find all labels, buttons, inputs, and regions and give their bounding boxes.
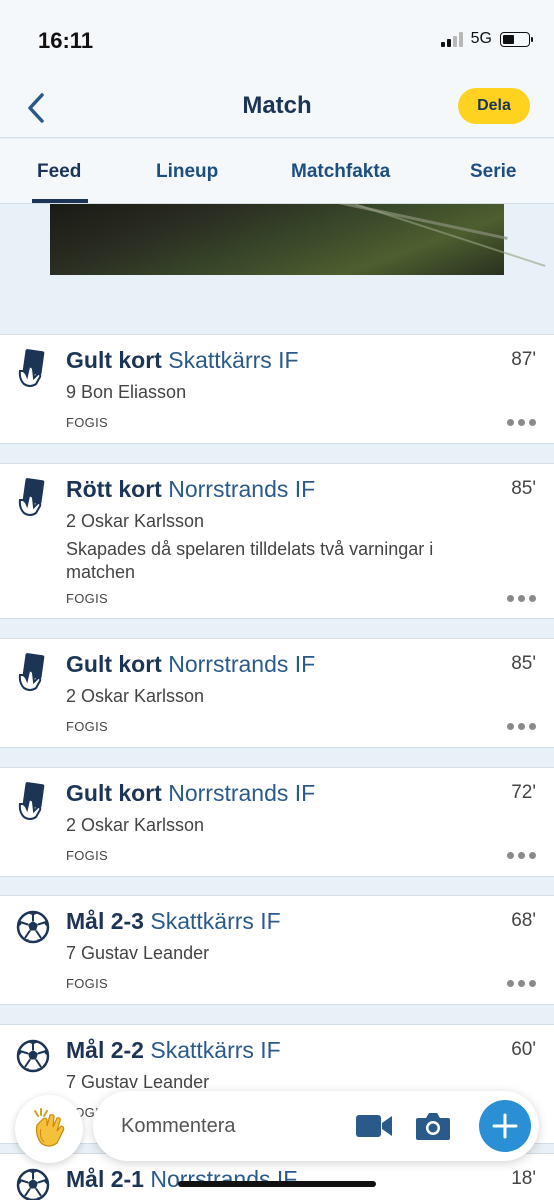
event-type: Gult kort [66, 347, 162, 373]
event-minute: 85' [511, 478, 536, 499]
event-type: Mål 2-3 [66, 908, 144, 934]
comment-bar [93, 1091, 539, 1161]
more-options-button[interactable] [507, 419, 536, 426]
event-card[interactable]: Gult kort Norrstrands IF 85' 2 Oskar Karls… [0, 638, 554, 748]
event-team: Norrstrands IF [168, 476, 316, 502]
event-card[interactable]: Rött kort Norrstrands IF 85' 2 Oskar Karls… [0, 463, 554, 619]
home-indicator [178, 1181, 376, 1187]
network-label: 5G [470, 30, 492, 47]
yellow-card-icon [16, 782, 50, 822]
tab-feed[interactable]: Feed [37, 161, 81, 183]
event-title: Gult kort Skattkärrs IF [66, 347, 299, 374]
plus-icon [492, 1113, 518, 1139]
event-player: 2 Oskar Karlsson [66, 815, 205, 835]
event-minute: 85' [511, 653, 536, 674]
app-header: Match Dela [0, 80, 554, 138]
status-time: 16:11 [38, 28, 94, 53]
football-icon [16, 1168, 50, 1200]
event-card[interactable]: Gult kort Skattkärrs IF 87' 9 Bon Eliasson… [0, 334, 554, 444]
more-options-button[interactable] [507, 852, 536, 859]
event-source: FOGIS [66, 415, 108, 430]
event-minute: 72' [511, 782, 536, 803]
football-icon [16, 1039, 50, 1079]
event-source: FOGIS [66, 976, 108, 991]
event-title: Gult kort Norrstrands IF [66, 651, 315, 678]
clapping-hands-icon [34, 1108, 65, 1147]
event-type: Gult kort [66, 651, 162, 677]
add-button[interactable] [479, 1100, 531, 1152]
football-icon [16, 910, 50, 950]
tab-lineup[interactable]: Lineup [156, 161, 218, 183]
event-card[interactable]: Gult kort Norrstrands IF 72' 2 Oskar Karls… [0, 767, 554, 877]
event-player: 2 Oskar Karlsson [66, 511, 205, 531]
event-team: Skattkärrs IF [168, 347, 299, 373]
event-source: FOGIS [66, 719, 108, 734]
event-source: FOGIS [66, 848, 108, 863]
camera-icon[interactable] [415, 1111, 451, 1146]
comment-input[interactable] [121, 1113, 341, 1139]
red-card-icon [16, 478, 50, 518]
event-type: Mål 2-1 [66, 1166, 144, 1192]
tab-bar: Feed Lineup Matchfakta Serie [0, 139, 554, 204]
event-card[interactable]: Mål 2-3 Skattkärrs IF 68' 7 Gustav Leander… [0, 895, 554, 1005]
event-player: 9 Bon Eliasson [66, 382, 187, 402]
event-minute: 18' [511, 1168, 536, 1189]
event-type: Mål 2-2 [66, 1037, 144, 1063]
event-source: FOGIS [66, 591, 108, 606]
event-player: 7 Gustav Leander [66, 1072, 210, 1092]
active-tab-indicator [32, 199, 88, 203]
share-button[interactable]: Dela [458, 88, 530, 124]
tab-matchfakta[interactable]: Matchfakta [291, 161, 390, 183]
signal-icon [440, 31, 463, 47]
more-options-button[interactable] [507, 980, 536, 987]
event-title: Gult kort Norrstrands IF [66, 780, 315, 807]
event-type: Gult kort [66, 780, 162, 806]
more-options-button[interactable] [507, 595, 536, 602]
event-type: Rött kort [66, 476, 162, 502]
clap-button[interactable] [15, 1095, 83, 1163]
status-bar: 16:11 5G [0, 0, 554, 80]
event-description: Skapades då spelaren tilldelats två varn… [66, 539, 434, 582]
event-minute: 60' [511, 1039, 536, 1060]
event-team: Norrstrands IF [168, 780, 316, 806]
event-team: Skattkärrs IF [150, 908, 281, 934]
status-indicators: 5G [440, 30, 533, 48]
event-title: Mål 2-2 Skattkärrs IF [66, 1037, 281, 1064]
video-camera-icon[interactable] [355, 1113, 393, 1144]
event-team: Norrstrands IF [150, 1166, 298, 1192]
event-minute: 87' [511, 349, 536, 370]
event-title: Rött kort Norrstrands IF [66, 476, 315, 503]
event-title: Mål 2-1 Norrstrands IF [66, 1166, 297, 1193]
event-title: Mål 2-3 Skattkärrs IF [66, 908, 281, 935]
event-team: Norrstrands IF [168, 651, 316, 677]
battery-icon [500, 31, 533, 47]
event-team: Skattkärrs IF [150, 1037, 281, 1063]
event-minute: 68' [511, 910, 536, 931]
event-player: 7 Gustav Leander [66, 943, 210, 963]
more-options-button[interactable] [507, 723, 536, 730]
yellow-card-icon [16, 653, 50, 693]
video-thumbnail[interactable] [50, 204, 546, 275]
event-player: 2 Oskar Karlsson [66, 686, 205, 706]
tab-serie[interactable]: Serie [470, 161, 516, 183]
yellow-card-icon [16, 349, 50, 389]
feed-list[interactable]: Gult kort Skattkärrs IF 87' 9 Bon Eliasson… [0, 204, 554, 1200]
